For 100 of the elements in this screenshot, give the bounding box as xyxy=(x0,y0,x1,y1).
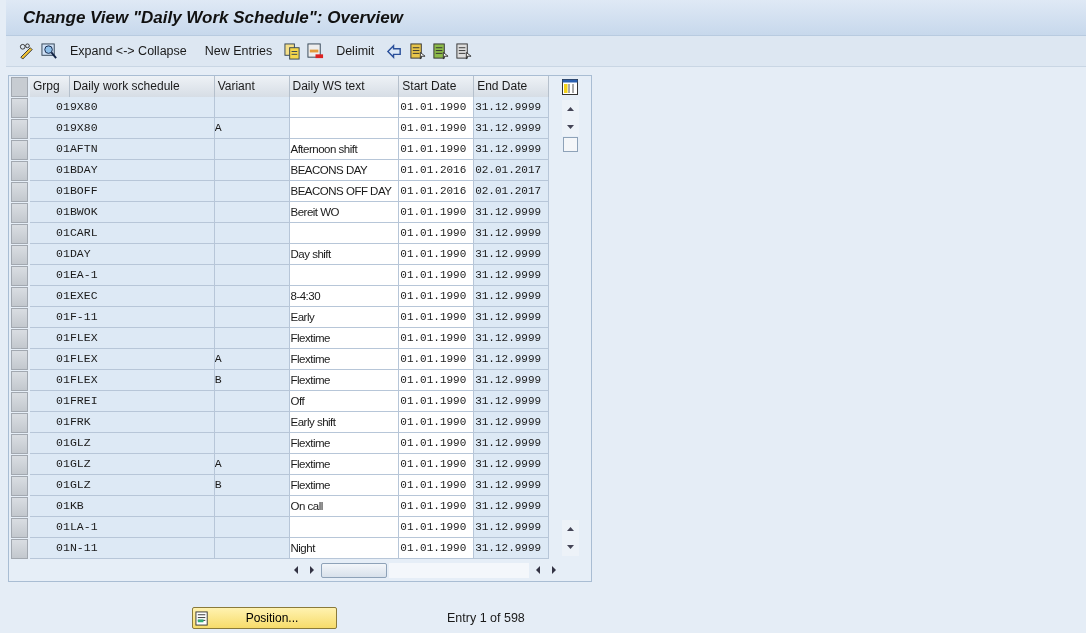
scroll-down-icon[interactable] xyxy=(561,538,579,556)
scroll-thumb[interactable] xyxy=(562,137,578,152)
table-cell: 01 xyxy=(30,265,70,286)
search-icon[interactable] xyxy=(41,42,58,60)
row-selector[interactable] xyxy=(11,224,28,244)
row-selector[interactable] xyxy=(11,308,28,328)
row-selector[interactable] xyxy=(11,98,28,118)
table-cell[interactable] xyxy=(289,517,400,538)
scroll-down-icon[interactable] xyxy=(561,118,579,136)
column-header[interactable]: Grpg xyxy=(30,76,70,97)
column-header[interactable]: Daily WS text xyxy=(289,76,400,97)
row-selector[interactable] xyxy=(11,203,28,223)
column-header[interactable]: Daily work schedule xyxy=(69,76,215,97)
document-arrow-icon[interactable] xyxy=(432,42,450,60)
table-cell[interactable]: Early xyxy=(289,307,400,328)
row-selector[interactable] xyxy=(11,266,28,286)
table-cell: 31.12.9999 xyxy=(474,265,549,286)
row-selector[interactable] xyxy=(11,476,28,496)
table-cell: 01.01.2016 xyxy=(399,181,475,202)
row-selector[interactable] xyxy=(11,287,28,307)
table-cell[interactable]: On call xyxy=(289,496,400,517)
table-cell[interactable]: Flextime xyxy=(289,328,400,349)
row-selector[interactable] xyxy=(11,119,28,139)
scroll-up-icon[interactable] xyxy=(561,100,579,118)
table-cell: AFTN xyxy=(69,139,215,160)
table-cell[interactable] xyxy=(289,97,400,118)
table-cell[interactable]: Flextime xyxy=(289,454,400,475)
column-header[interactable]: Start Date xyxy=(399,76,475,97)
table-cell[interactable]: Day shift xyxy=(289,244,400,265)
table-cell: BDAY xyxy=(69,160,215,181)
table-cell: 01 xyxy=(30,349,70,370)
table-cell: 31.12.9999 xyxy=(474,286,549,307)
table-cell: GLZ xyxy=(69,454,215,475)
table-cell[interactable]: Flextime xyxy=(289,433,400,454)
row-selector[interactable] xyxy=(11,455,28,475)
table-cell[interactable] xyxy=(289,223,400,244)
table-cell: 31.12.9999 xyxy=(474,223,549,244)
table-cell[interactable]: BEACONS DAY xyxy=(289,160,400,181)
table-cell: GLZ xyxy=(69,433,215,454)
select-all-button[interactable] xyxy=(11,77,28,97)
delete-row-icon[interactable] xyxy=(307,42,325,60)
toolbar-button[interactable]: Delimit xyxy=(330,44,381,58)
table-cell[interactable]: Off xyxy=(289,391,400,412)
window-title: Change View "Daily Work Schedule": Overview xyxy=(23,7,403,28)
table-cell[interactable] xyxy=(289,118,400,139)
scroll-thumb[interactable] xyxy=(321,562,387,578)
row-selector[interactable] xyxy=(11,413,28,433)
undo-arrow-icon[interactable] xyxy=(386,42,404,60)
table-cell: B xyxy=(214,370,290,391)
row-selector[interactable] xyxy=(11,371,28,391)
table-cell: 01.01.1990 xyxy=(399,433,475,454)
table-cell[interactable]: Flextime xyxy=(289,370,400,391)
table-cell[interactable]: BEACONS OFF DAY xyxy=(289,181,400,202)
document-arrow-icon[interactable] xyxy=(409,42,427,60)
table-cell[interactable] xyxy=(289,265,400,286)
table-cell: 01 xyxy=(30,454,70,475)
column-header[interactable]: Variant xyxy=(214,76,290,97)
row-selector[interactable] xyxy=(11,518,28,538)
table-cell: 01 xyxy=(30,160,70,181)
table-cell: 31.12.9999 xyxy=(474,496,549,517)
table-cell[interactable]: Flextime xyxy=(289,349,400,370)
table-cell: 31.12.9999 xyxy=(474,202,549,223)
table-cell: 01.01.2016 xyxy=(399,160,475,181)
row-selector[interactable] xyxy=(11,434,28,454)
copy-icon[interactable] xyxy=(284,42,302,60)
table-cell: CARL xyxy=(69,223,215,244)
toolbar-button[interactable]: Expand <-> Collapse xyxy=(64,44,193,58)
row-selector[interactable] xyxy=(11,329,28,349)
table-cell: 01.01.1990 xyxy=(399,475,475,496)
table-cell: 01 xyxy=(30,391,70,412)
table-cell: 01 xyxy=(30,496,70,517)
column-settings-icon[interactable] xyxy=(562,79,578,95)
table-cell: 01 xyxy=(30,307,70,328)
toolbar-button[interactable]: New Entries xyxy=(198,44,279,58)
table-cell: 9X80 xyxy=(69,118,215,139)
scroll-up-icon[interactable] xyxy=(561,520,579,538)
table-cell[interactable]: Bereit WO xyxy=(289,202,400,223)
table-cell: 01 xyxy=(30,118,70,139)
table-cell: 01.01.1990 xyxy=(399,391,475,412)
table-cell[interactable]: Afternoon shift xyxy=(289,139,400,160)
position-button[interactable]: Position... xyxy=(192,607,337,629)
row-selector[interactable] xyxy=(11,161,28,181)
table-cell[interactable]: Early shift xyxy=(289,412,400,433)
position-icon xyxy=(195,610,210,626)
row-selector[interactable] xyxy=(11,140,28,160)
table-cell[interactable]: Flextime xyxy=(289,475,400,496)
table-cell[interactable]: 8-4:30 xyxy=(289,286,400,307)
row-selector[interactable] xyxy=(11,182,28,202)
table-cell[interactable]: Night xyxy=(289,538,400,559)
document-arrow-icon[interactable] xyxy=(455,42,473,60)
row-selector[interactable] xyxy=(11,350,28,370)
column-header[interactable]: End Date xyxy=(474,76,549,97)
row-selector[interactable] xyxy=(11,539,28,559)
vertical-scrollbar[interactable] xyxy=(561,100,579,556)
pencil-glasses-icon[interactable] xyxy=(18,42,35,60)
table-cell: 31.12.9999 xyxy=(474,118,549,139)
table-cell: 01 xyxy=(30,328,70,349)
row-selector[interactable] xyxy=(11,497,28,517)
row-selector[interactable] xyxy=(11,245,28,265)
row-selector[interactable] xyxy=(11,392,28,412)
